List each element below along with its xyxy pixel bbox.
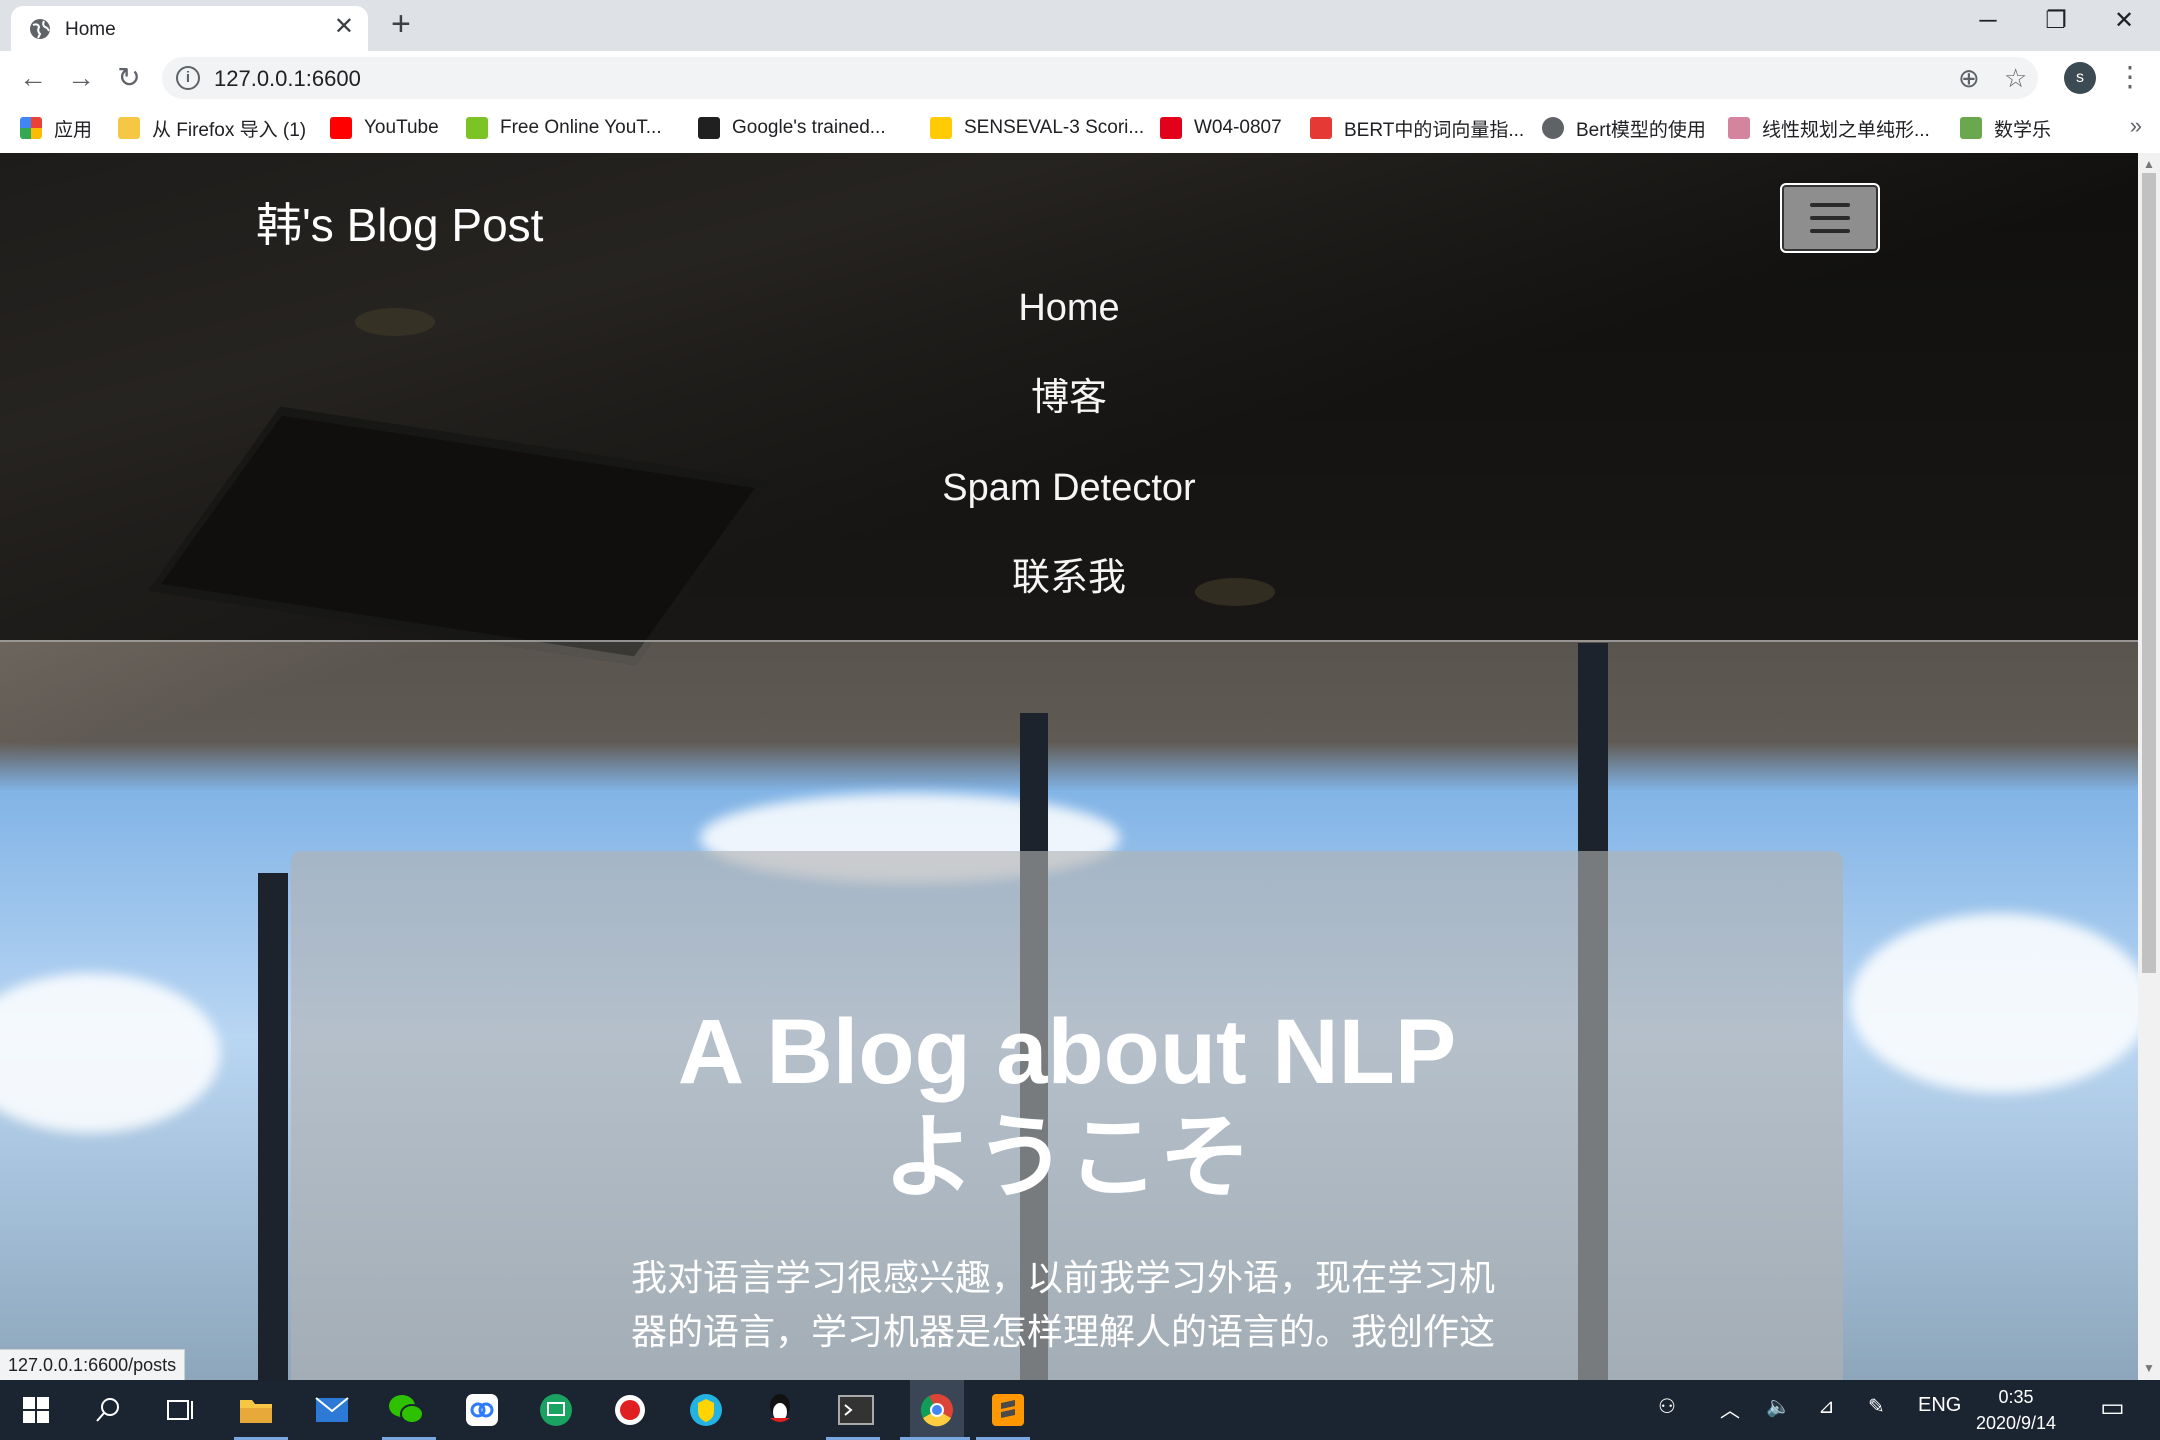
cloud [0, 973, 220, 1133]
windows-taskbar: ⚇ ︿ 🔈 ⊿ ✎ ENG 0:35 2020/9/14 ▭ [0, 1380, 2160, 1440]
profile-avatar[interactable]: s [2064, 62, 2096, 94]
clock[interactable]: 0:35 2020/9/14 [1970, 1384, 2062, 1436]
download-arrow-icon [466, 117, 488, 139]
clock-date: 2020/9/14 [1975, 1413, 2057, 1433]
math-logo-icon [1960, 117, 1982, 139]
page-viewport: 韩's Blog Post Home 博客 Spam Detector 联系我 … [0, 153, 2138, 1380]
close-window-icon[interactable]: ✕ [2090, 0, 2158, 44]
youtube-icon [330, 117, 352, 139]
search-icon[interactable] [86, 1388, 130, 1432]
masthead-card: A Blog about NLP ようこそ 我对语言学习很感兴趣，以前我学习外语… [291, 851, 1843, 1380]
acl-logo-icon [1160, 117, 1182, 139]
mail-icon[interactable] [310, 1388, 354, 1432]
bookmark-item[interactable]: 线性规划之单纯形... [1728, 114, 1930, 142]
antivirus-shield-icon[interactable] [684, 1388, 728, 1432]
cloud [1850, 913, 2138, 1093]
folder-icon [118, 117, 140, 139]
forward-icon[interactable]: → [64, 61, 98, 95]
close-tab-icon[interactable]: ✕ [334, 15, 354, 39]
network-icon[interactable]: ⊿ [1818, 1394, 1835, 1419]
screen-share-icon[interactable] [534, 1388, 578, 1432]
site-brand[interactable]: 韩's Blog Post [256, 189, 543, 255]
nav-link-home[interactable]: Home [0, 263, 2138, 353]
pen-icon[interactable]: ✎ [1868, 1394, 1885, 1419]
browser-toolbar: ← → ↻ i 127.0.0.1:6600 ⊕ ☆ s ⋮ [0, 51, 2160, 104]
bookmark-item[interactable]: Free Online YouT... [466, 114, 662, 142]
volume-icon[interactable]: 🔈 [1766, 1394, 1791, 1419]
bookmark-star-icon[interactable]: ☆ [2004, 63, 2027, 94]
nav-links: Home 博客 Spam Detector 联系我 [0, 263, 2138, 623]
more-bookmarks-icon[interactable]: » [2130, 113, 2142, 139]
globe-icon [30, 19, 50, 39]
heading-line: A Blog about NLP [677, 1001, 1457, 1103]
sublime-text-icon[interactable] [986, 1388, 1030, 1432]
windows-start-icon[interactable] [14, 1388, 58, 1432]
page-scrollbar[interactable]: ▲ ▼ [2138, 153, 2160, 1380]
restore-icon[interactable]: ❐ [2022, 0, 2090, 44]
scroll-thumb[interactable] [2142, 173, 2156, 973]
site-navbar: 韩's Blog Post Home 博客 Spam Detector 联系我 [0, 153, 2138, 642]
csdn-logo-icon [1310, 117, 1332, 139]
m-logo-icon [930, 117, 952, 139]
window-mullion [258, 873, 288, 1380]
wechat-icon[interactable] [384, 1388, 428, 1432]
nav-link-contact[interactable]: 联系我 [0, 533, 2138, 623]
url-text[interactable]: 127.0.0.1:6600 [214, 66, 361, 92]
bookmark-item[interactable]: YouTube [330, 114, 439, 142]
zoom-icon[interactable]: ⊕ [1958, 63, 1980, 94]
globe-icon [1542, 117, 1564, 139]
language-indicator[interactable]: ENG [1918, 1394, 1961, 1417]
qq-penguin-icon[interactable] [758, 1388, 802, 1432]
file-explorer-icon[interactable] [234, 1388, 278, 1432]
nav-link-blog[interactable]: 博客 [0, 353, 2138, 443]
bookmark-item[interactable]: 应用 [20, 114, 92, 142]
tab-strip: Home ✕ + ─ ❐ ✕ [0, 0, 2160, 51]
bookmark-item[interactable]: SENSEVAL-3 Scori... [930, 114, 1144, 142]
intro-line: 我对语言学习很感兴趣，以前我学习外语，现在学习机 [631, 1257, 1496, 1298]
record-icon[interactable] [608, 1388, 652, 1432]
hamburger-icon [1810, 203, 1850, 233]
menu-icon[interactable]: ⋮ [2116, 60, 2144, 94]
status-bubble: 127.0.0.1:6600/posts [0, 1349, 186, 1382]
scroll-up-icon[interactable]: ▲ [2143, 157, 2155, 171]
scroll-down-icon[interactable]: ▼ [2143, 1361, 2155, 1375]
people-icon[interactable]: ⚇ [1658, 1394, 1676, 1419]
intro-text: 我对语言学习很感兴趣，以前我学习外语，现在学习机 器的语言，学习机器是怎样理解人… [631, 1251, 1511, 1359]
tab-title: Home [65, 19, 116, 40]
task-view-icon[interactable] [158, 1388, 202, 1432]
chrome-icon[interactable] [910, 1380, 964, 1440]
anime-avatar-icon [1728, 117, 1750, 139]
minimize-icon[interactable]: ─ [1954, 0, 2022, 44]
heading-line: ようこそ [882, 1107, 1251, 1209]
notification-icon[interactable]: ▭ [2100, 1392, 2125, 1423]
new-tab-button[interactable]: + [391, 5, 411, 44]
bookmark-item[interactable]: 从 Firefox 导入 (1) [118, 114, 306, 142]
masthead-heading: A Blog about NLP ようこそ [291, 999, 1843, 1211]
bookmark-item[interactable]: Google's trained... [698, 114, 886, 142]
tab-home[interactable]: Home ✕ [11, 6, 368, 51]
apps-grid-icon [20, 117, 42, 139]
terminal-icon[interactable] [834, 1388, 878, 1432]
bookmarks-bar: 应用 从 Firefox 导入 (1) YouTube Free Online … [0, 104, 2160, 154]
tray-overflow-icon[interactable]: ︿ [1720, 1394, 1740, 1423]
bookmark-item[interactable]: W04-0807 [1160, 114, 1282, 142]
intro-line: 器的语言，学习机器是怎样理解人的语言的。我创作这 [631, 1311, 1496, 1352]
bookmark-item[interactable]: 数学乐 [1960, 114, 2051, 142]
site-info-icon[interactable]: i [176, 66, 200, 90]
baidu-netdisk-icon[interactable] [460, 1388, 504, 1432]
bookmark-item[interactable]: Bert模型的使用 [1542, 114, 1706, 142]
clock-time: 0:35 [1998, 1387, 2034, 1407]
bookmark-item[interactable]: BERT中的词向量指... [1310, 114, 1524, 142]
address-bar[interactable]: i 127.0.0.1:6600 ⊕ ☆ [162, 57, 2038, 99]
back-icon[interactable]: ← [16, 61, 50, 95]
nav-link-spam-detector[interactable]: Spam Detector [0, 443, 2138, 533]
reload-icon[interactable]: ↻ [112, 61, 146, 95]
navbar-toggle-button[interactable] [1780, 183, 1880, 253]
p-logo-icon [698, 117, 720, 139]
